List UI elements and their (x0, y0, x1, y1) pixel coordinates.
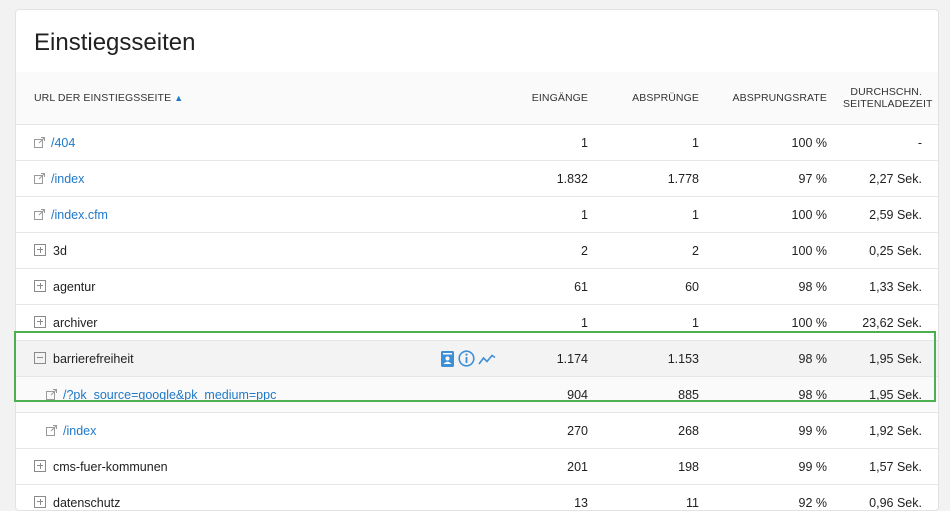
row-actions (440, 350, 496, 367)
row-label[interactable]: 3d (53, 244, 67, 258)
row-label[interactable]: datenschutz (53, 496, 120, 510)
row-label[interactable]: /index (63, 424, 96, 438)
cell-load-time: 1,95 Sek. (843, 377, 938, 413)
cell-bounce-rate: 100 % (715, 305, 843, 341)
row-label[interactable]: archiver (53, 316, 97, 330)
external-link-icon[interactable] (46, 425, 57, 436)
column-header-bounces[interactable]: Absprünge (604, 72, 715, 125)
cell-bounce-rate: 98 % (715, 269, 843, 305)
table-row[interactable]: datenschutz 13 11 92 % 0,96 Sek. (16, 485, 938, 511)
cell-bounces: 198 (604, 449, 715, 485)
cell-bounces: 1 (604, 197, 715, 233)
expand-icon[interactable] (34, 496, 46, 508)
external-link-icon[interactable] (34, 137, 45, 148)
cell-load-time: 1,95 Sek. (843, 341, 938, 377)
row-label[interactable]: /index (51, 172, 84, 186)
table-row[interactable]: /index 1.832 1.778 97 % 2,27 Sek. (16, 161, 938, 197)
cell-entries: 201 (516, 449, 604, 485)
collapse-icon[interactable] (34, 352, 46, 364)
table-subrow[interactable]: /index 270 268 99 % 1,92 Sek. (16, 413, 938, 449)
external-link-icon[interactable] (34, 173, 45, 184)
table-row[interactable]: /index.cfm 1 1 100 % 2,59 Sek. (16, 197, 938, 233)
expand-icon[interactable] (34, 316, 46, 328)
cell-bounce-rate: 99 % (715, 449, 843, 485)
cell-entries: 1.832 (516, 161, 604, 197)
row-label[interactable]: barrierefreiheit (53, 352, 134, 366)
cell-load-time: 1,57 Sek. (843, 449, 938, 485)
cell-load-time: 1,33 Sek. (843, 269, 938, 305)
row-evolution-icon[interactable] (458, 350, 475, 367)
table-row[interactable]: archiver 1 1 100 % 23,62 Sek. (16, 305, 938, 341)
cell-bounce-rate: 97 % (715, 161, 843, 197)
expand-icon[interactable] (34, 460, 46, 472)
cell-bounces: 11 (604, 485, 715, 511)
table-header-row: URL der Einstiegsseite▲ Eingänge Absprün… (16, 72, 938, 125)
cell-bounces: 1.778 (604, 161, 715, 197)
row-label[interactable]: cms-fuer-kommunen (53, 460, 168, 474)
cell-bounce-rate: 100 % (715, 125, 843, 161)
cell-entries: 13 (516, 485, 604, 511)
cell-bounces: 268 (604, 413, 715, 449)
cell-bounces: 1.153 (604, 341, 715, 377)
report-card: Einstiegsseiten URL der Einstiegsseite▲ … (15, 9, 939, 511)
report-title: Einstiegsseiten (34, 29, 195, 57)
cell-load-time: 2,59 Sek. (843, 197, 938, 233)
cell-bounce-rate: 100 % (715, 233, 843, 269)
row-label[interactable]: /index.cfm (51, 208, 108, 222)
cell-entries: 1.174 (516, 341, 604, 377)
cell-bounce-rate: 99 % (715, 413, 843, 449)
cell-bounces: 885 (604, 377, 715, 413)
row-label[interactable]: agentur (53, 280, 95, 294)
column-header-entries[interactable]: Eingänge (516, 72, 604, 125)
column-header-label[interactable]: URL der Einstiegsseite▲ (16, 72, 516, 125)
cell-entries: 61 (516, 269, 604, 305)
cell-bounces: 1 (604, 305, 715, 341)
row-label[interactable]: /404 (51, 136, 75, 150)
cell-load-time: 0,96 Sek. (843, 485, 938, 511)
cell-bounce-rate: 100 % (715, 197, 843, 233)
cell-bounces: 1 (604, 125, 715, 161)
external-link-icon[interactable] (34, 209, 45, 220)
cell-entries: 1 (516, 197, 604, 233)
table-row[interactable]: agentur 61 60 98 % 1,33 Sek. (16, 269, 938, 305)
entry-pages-table: URL der Einstiegsseite▲ Eingänge Absprün… (16, 72, 938, 511)
external-link-icon[interactable] (46, 389, 57, 400)
table-subrow[interactable]: /?pk_source=google&pk_medium=ppc 904 885… (16, 377, 938, 413)
expand-icon[interactable] (34, 244, 46, 256)
sort-ascending-icon: ▲ (174, 93, 183, 103)
cell-entries: 1 (516, 305, 604, 341)
table-row-expanded[interactable]: barrierefreiheit (16, 341, 938, 377)
cell-bounces: 2 (604, 233, 715, 269)
table-row[interactable]: cms-fuer-kommunen 201 198 99 % 1,57 Sek. (16, 449, 938, 485)
transitions-icon[interactable] (478, 353, 496, 365)
cell-entries: 904 (516, 377, 604, 413)
table-row[interactable]: /404 1 1 100 % - (16, 125, 938, 161)
cell-load-time: 0,25 Sek. (843, 233, 938, 269)
cell-bounce-rate: 92 % (715, 485, 843, 511)
cell-entries: 270 (516, 413, 604, 449)
cell-load-time: 2,27 Sek. (843, 161, 938, 197)
row-label[interactable]: /?pk_source=google&pk_medium=ppc (63, 388, 276, 402)
cell-bounce-rate: 98 % (715, 341, 843, 377)
column-header-bounce-rate[interactable]: Absprungsrate (715, 72, 843, 125)
column-header-load-time[interactable]: Durchschn. Seitenladezeit (843, 72, 938, 125)
segmented-visitor-log-icon[interactable] (440, 351, 455, 367)
cell-bounces: 60 (604, 269, 715, 305)
cell-load-time: 23,62 Sek. (843, 305, 938, 341)
cell-bounce-rate: 98 % (715, 377, 843, 413)
cell-entries: 1 (516, 125, 604, 161)
cell-load-time: 1,92 Sek. (843, 413, 938, 449)
table-row[interactable]: 3d 2 2 100 % 0,25 Sek. (16, 233, 938, 269)
cell-entries: 2 (516, 233, 604, 269)
expand-icon[interactable] (34, 280, 46, 292)
cell-load-time: - (843, 125, 938, 161)
